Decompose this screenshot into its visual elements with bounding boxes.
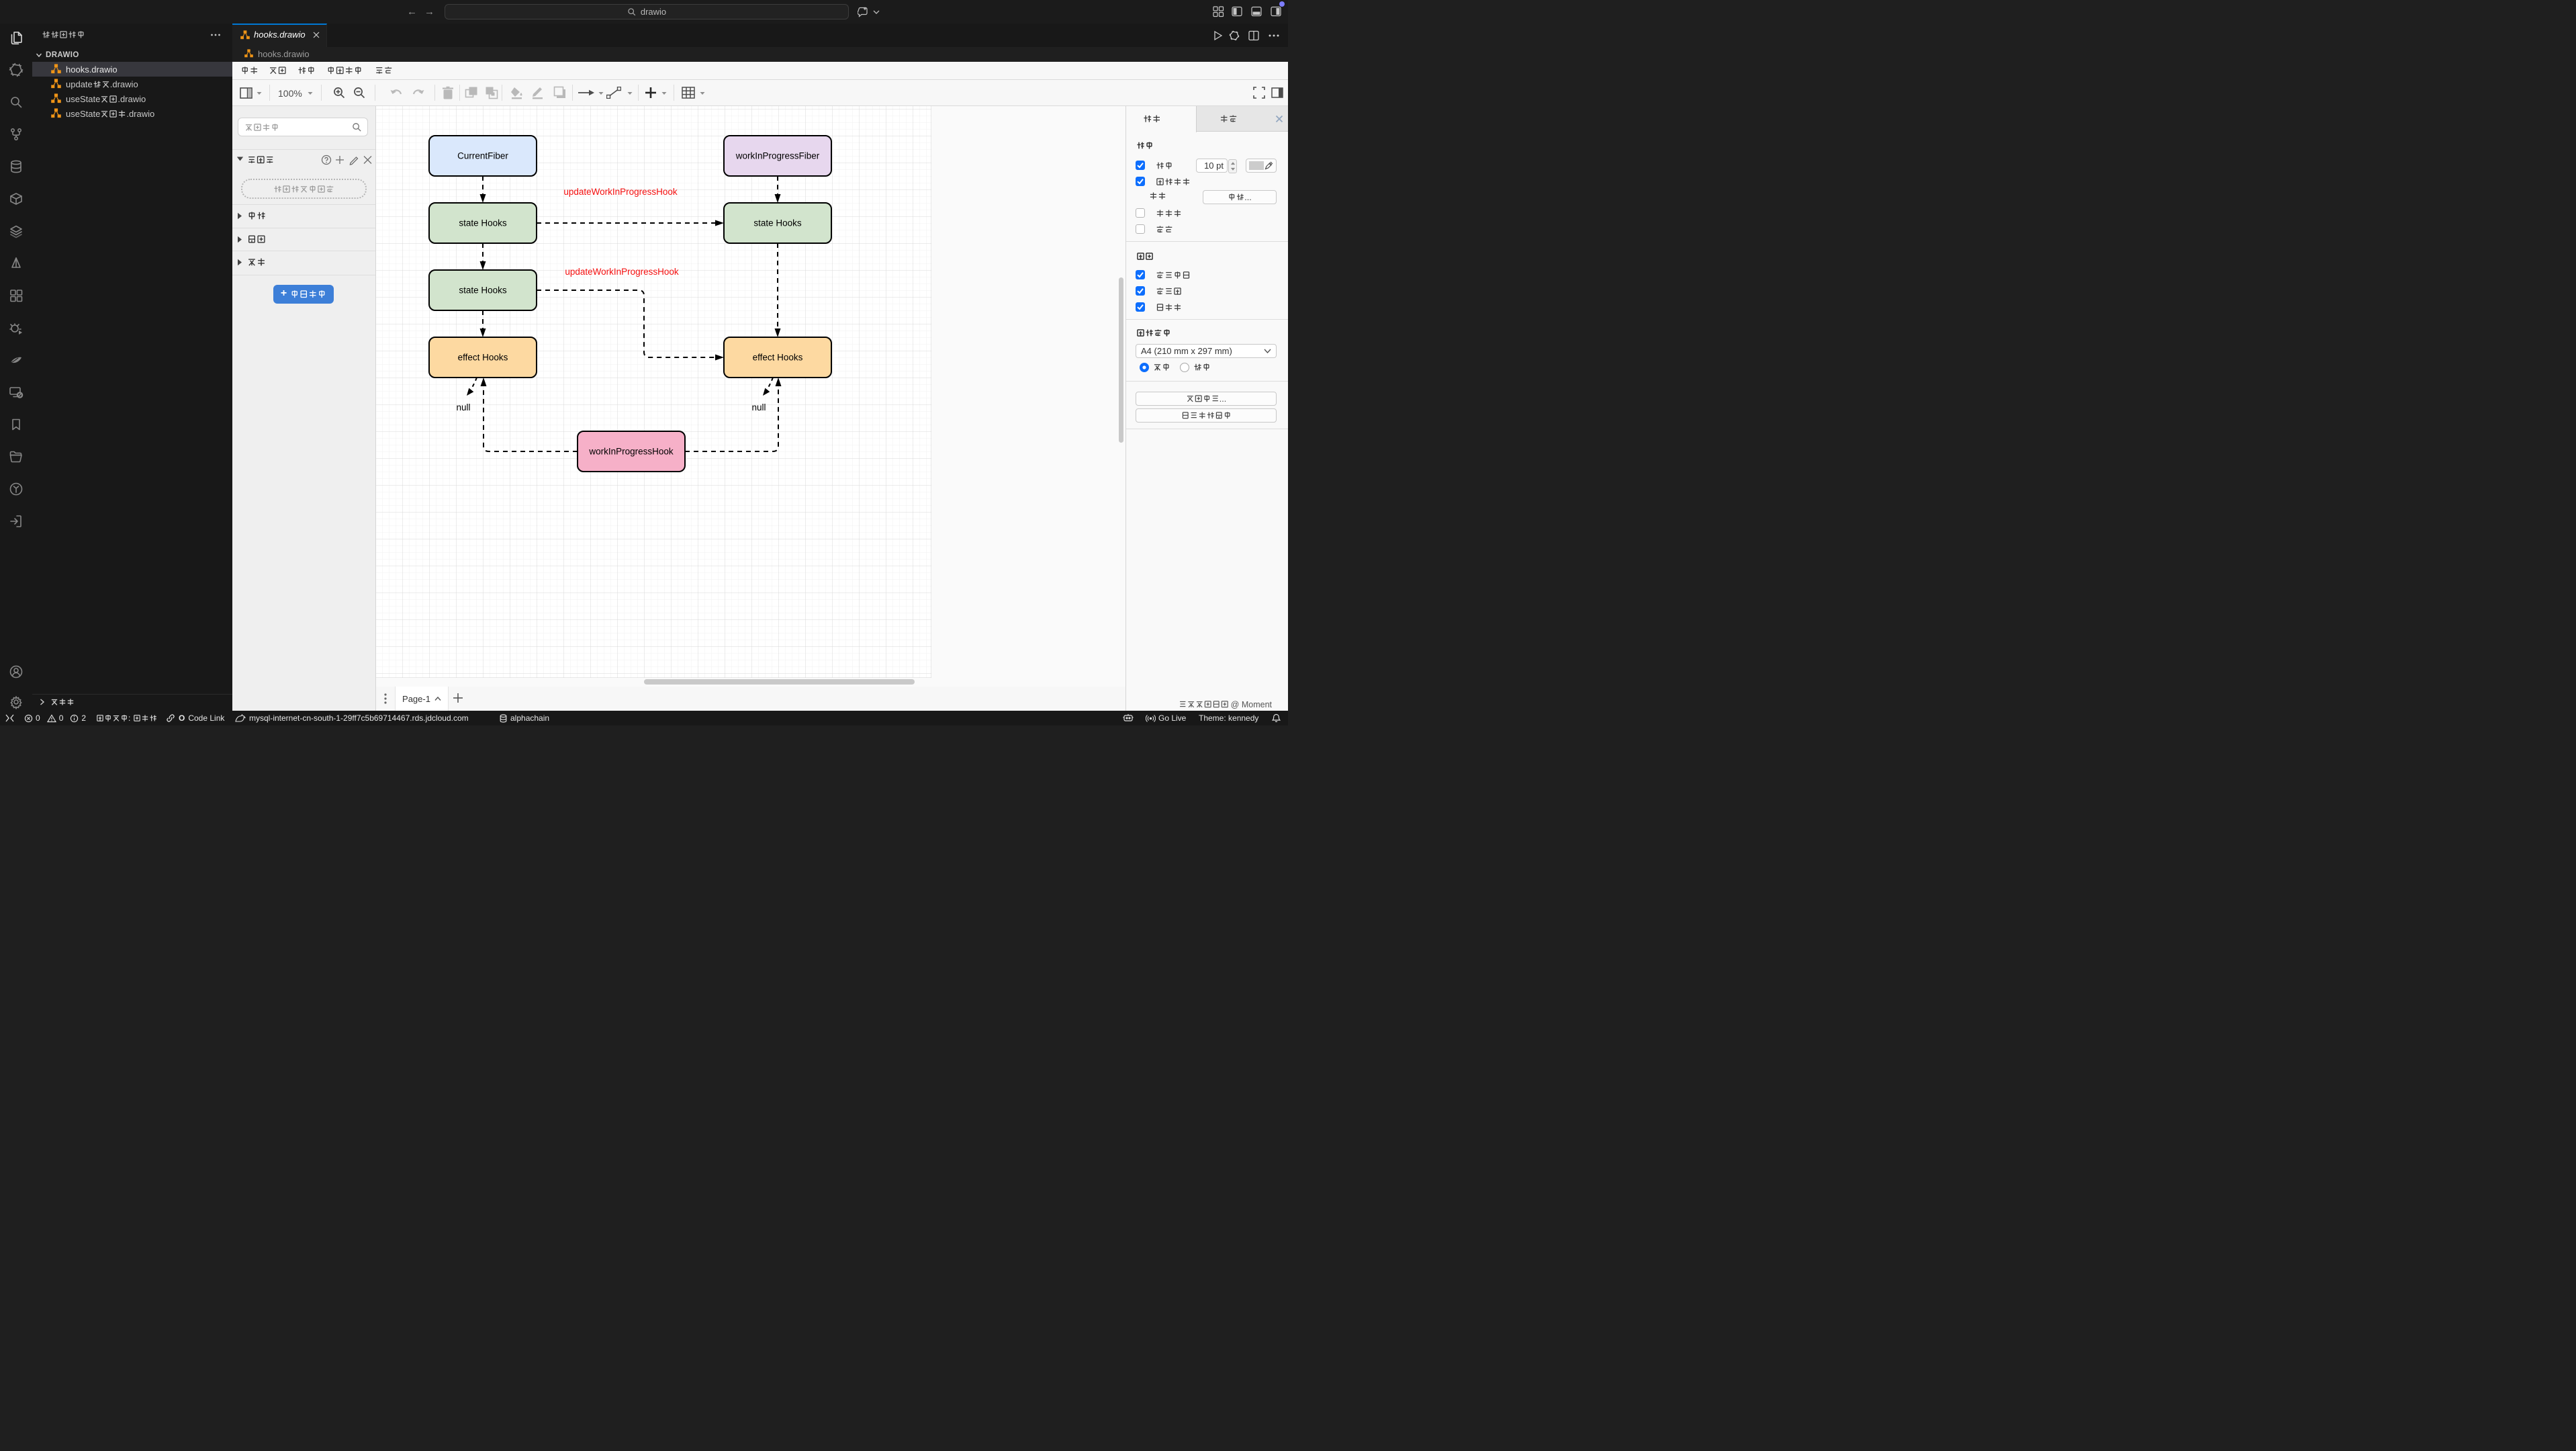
svg-text:effect Hooks: effect Hooks [753, 353, 803, 363]
svg-text:workInProgressHook: workInProgressHook [588, 447, 674, 457]
svg-text:state Hooks: state Hooks [459, 218, 507, 228]
svg-text:null: null [456, 402, 470, 412]
svg-text:state Hooks: state Hooks [753, 218, 802, 228]
svg-text:updateWorkInProgressHook: updateWorkInProgressHook [565, 267, 679, 277]
svg-text:state Hooks: state Hooks [459, 285, 507, 296]
svg-text:null: null [751, 402, 766, 412]
svg-text:workInProgressFiber: workInProgressFiber [735, 151, 820, 161]
svg-text:updateWorkInProgressHook: updateWorkInProgressHook [563, 187, 678, 197]
svg-text:effect Hooks: effect Hooks [458, 353, 508, 363]
svg-text:CurrentFiber: CurrentFiber [457, 151, 508, 161]
